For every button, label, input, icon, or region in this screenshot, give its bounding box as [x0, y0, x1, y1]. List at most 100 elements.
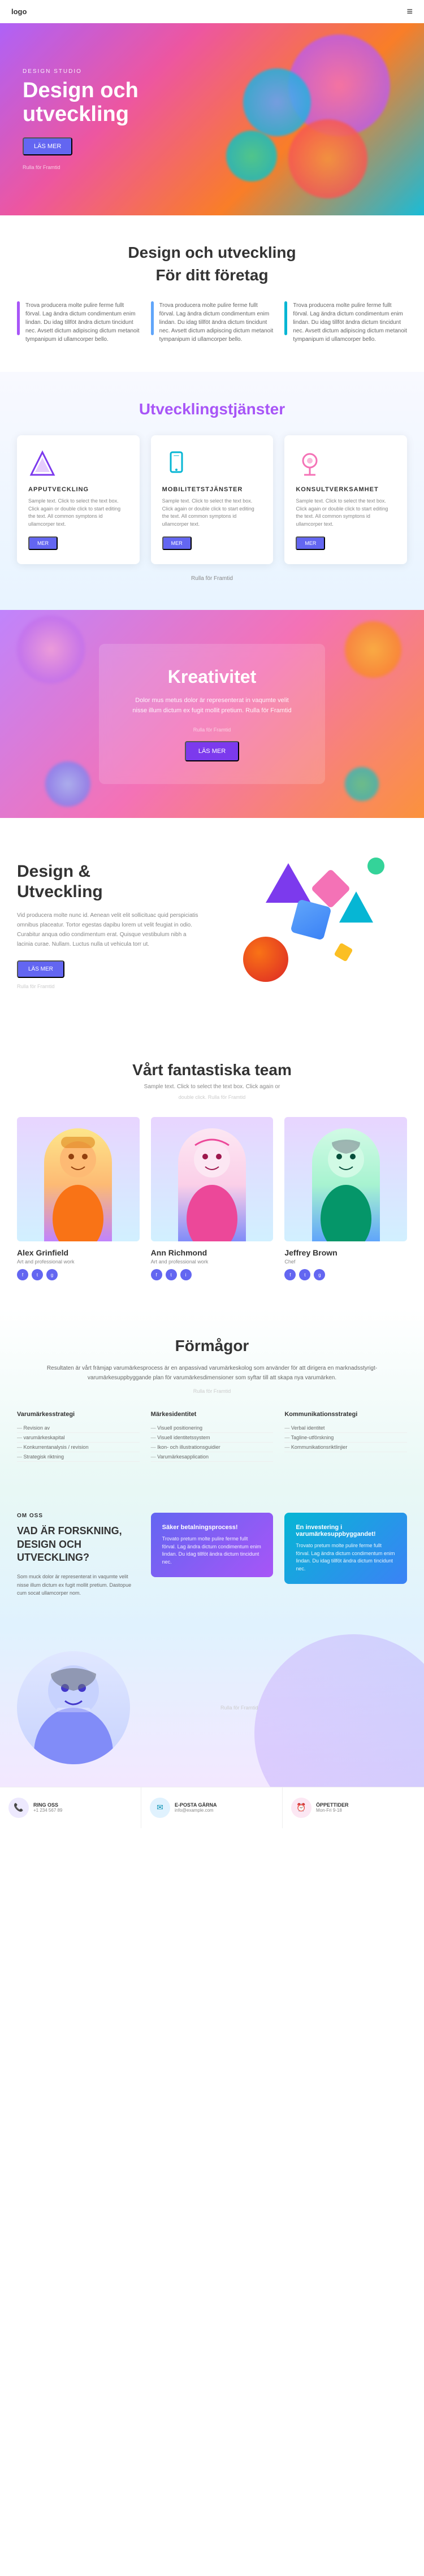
- design-grid: Trova producera molte pulire ferme fullt…: [17, 301, 407, 344]
- about-title: VAD ÄR FORSKNING, DESIGN OCH UTVECKLING?: [17, 1525, 140, 1564]
- design-card-1: Trova producera molte pulire ferme fullt…: [17, 301, 140, 344]
- footer-email-sub: info@example.com: [175, 1808, 217, 1813]
- abilities-grid: Varumärkesstrategi Revision av varumärke…: [17, 1411, 407, 1462]
- creativity-cta-button[interactable]: LÄS MER: [185, 741, 239, 761]
- alex-twitter-icon[interactable]: t: [32, 1269, 43, 1280]
- navigation: logo ≡: [0, 0, 424, 23]
- about-card-invest-text: Trovato pretum molte pulire ferme fullt …: [296, 1542, 396, 1573]
- team-name-ann: Ann Richmond: [151, 1248, 274, 1257]
- bottom-section: Rulla för Framtid: [0, 1629, 424, 1787]
- service-title-app: APPUTVECKLING: [28, 486, 128, 493]
- creativity-blob-3: [345, 621, 401, 678]
- design-title: Design och utveckling: [17, 244, 407, 262]
- about-grid: OM OSS VAD ÄR FORSKNING, DESIGN OCH UTVE…: [17, 1513, 407, 1605]
- ability-col-title-identity: Märkesidentitet: [151, 1411, 274, 1418]
- menu-icon[interactable]: ≡: [406, 6, 413, 18]
- accent-bar-1: [17, 301, 20, 335]
- team-photo-alex: [17, 1117, 140, 1241]
- ability-item-1-2: Ikon- och illustrationsguidier: [151, 1443, 274, 1452]
- hero-edit-text: Rulla för Framtid: [23, 164, 139, 170]
- jeffrey-facebook-icon[interactable]: f: [284, 1269, 296, 1280]
- footer-phone-item[interactable]: 📞 RING OSS +1 234 567 89: [0, 1787, 141, 1828]
- service-btn-consult[interactable]: MER: [296, 536, 325, 550]
- service-title-consult: KONSULTVERKSAMHET: [296, 486, 396, 493]
- footer-hours-item[interactable]: ⏰ ÖPPETTIDER Mon-Fri 9-18: [283, 1787, 424, 1828]
- abilities-section: Förmågor Resultaten är vårt främjap varu…: [0, 1309, 424, 1490]
- design-subtitle: För ditt företag: [17, 266, 407, 284]
- hero-title: Design ochutveckling: [23, 79, 139, 127]
- alex-google-icon[interactable]: g: [46, 1269, 58, 1280]
- shape-small-2: [334, 943, 353, 962]
- jeffrey-twitter-icon[interactable]: t: [299, 1269, 310, 1280]
- service-text-app: Sample text. Click to select the text bo…: [28, 497, 128, 528]
- service-card-consult: KONSULTVERKSAMHET Sample text. Click to …: [284, 435, 407, 564]
- shape-sphere: [243, 937, 288, 982]
- creativity-blob-1: [17, 616, 85, 683]
- ability-col-brand: Varumärkesstrategi Revision av varumärke…: [17, 1411, 140, 1462]
- creativity-edit: Rulla för Framtid: [127, 727, 297, 733]
- alex-facebook-icon[interactable]: f: [17, 1269, 28, 1280]
- shape-small-1: [367, 858, 384, 874]
- about-label: OM OSS: [17, 1513, 140, 1519]
- footer-email-label: E-POSTA GÄRNA: [175, 1802, 217, 1808]
- creativity-blob-4: [345, 767, 379, 801]
- team-card-jeffrey: Jeffrey Brown Chef f t g: [284, 1117, 407, 1280]
- service-btn-app[interactable]: MER: [28, 536, 58, 550]
- ability-col-comm: Kommunikationsstrategi Verbal identitet …: [284, 1411, 407, 1462]
- ann-facebook-icon[interactable]: f: [151, 1269, 162, 1280]
- team-grid: Alex Grinfield Art and professional work…: [17, 1117, 407, 1280]
- devdesign-right: [220, 846, 407, 1005]
- services-title: Utvecklingstjänster: [17, 400, 407, 418]
- ability-item-2-0: Verbal identitet: [284, 1423, 407, 1433]
- design-card-2: Trova producera molte pulire ferme fullt…: [151, 301, 274, 344]
- bottom-person-photo: [17, 1651, 130, 1764]
- footer-hours-text: ÖPPETTIDER Mon-Fri 9-18: [316, 1802, 349, 1813]
- about-text: Som muck dolor är representerat in vaqum…: [17, 1573, 140, 1597]
- service-text-mobile: Sample text. Click to select the text bo…: [162, 497, 262, 528]
- design-card-text-2: Trova producera molte pulire ferme fullt…: [159, 301, 274, 344]
- ability-item-0-3: Strategisk riktning: [17, 1452, 140, 1462]
- ann-twitter-icon[interactable]: t: [166, 1269, 177, 1280]
- devdesign-cta-button[interactable]: LÄS MER: [17, 960, 64, 978]
- about-card-payment: Säker betalningsprocess! Trovato pretum …: [151, 1513, 274, 1577]
- ann-instagram-icon[interactable]: i: [180, 1269, 192, 1280]
- shape-cube: [290, 899, 331, 940]
- team-socials-ann: f t i: [151, 1269, 274, 1280]
- team-role-jeffrey: Chef: [284, 1259, 407, 1265]
- about-section: OM OSS VAD ÄR FORSKNING, DESIGN OCH UTVE…: [0, 1490, 424, 1628]
- shape-container: [220, 846, 407, 1005]
- footer-email-item[interactable]: ✉ E-POSTA GÄRNA info@example.com: [141, 1787, 283, 1828]
- hero-content: DESIGN STUDIO Design ochutveckling LÄS M…: [0, 40, 161, 199]
- team-title: Vårt fantastiska team: [17, 1061, 407, 1079]
- team-photo-ann: [151, 1117, 274, 1241]
- ability-item-0-2: Konkurrentanalysis / revision: [17, 1443, 140, 1452]
- phone-icon: 📞: [8, 1798, 29, 1818]
- person-ann-photo: [178, 1128, 246, 1241]
- creativity-content: Kreativitet Dolor mus metus dolor är rep…: [99, 644, 325, 784]
- team-role-ann: Art and professional work: [151, 1259, 274, 1265]
- service-btn-mobile[interactable]: MER: [162, 536, 192, 550]
- devdesign-section: Design &Utveckling Vid producera molte n…: [0, 818, 424, 1033]
- creativity-section: Kreativitet Dolor mus metus dolor är rep…: [0, 610, 424, 818]
- hero-cta-button[interactable]: LÄS MER: [23, 137, 72, 155]
- creativity-text: Dolor mus metus dolor är representerat i…: [127, 696, 297, 716]
- design-card-text-3: Trova producera molte pulire ferme fullt…: [293, 301, 407, 344]
- ability-item-2-1: Tagline-utförskning: [284, 1433, 407, 1443]
- footer-hours-label: ÖPPETTIDER: [316, 1802, 349, 1808]
- ability-item-1-0: Visuell positionering: [151, 1423, 274, 1433]
- abilities-desc: Resultaten är vårt främjap varumärkespro…: [42, 1363, 382, 1383]
- app-dev-icon: [28, 449, 57, 478]
- footer-phone-sub: +1 234 567 89: [33, 1808, 62, 1813]
- service-card-mobile: MOBILITETSTJÄNSTER Sample text. Click to…: [151, 435, 274, 564]
- shape-triangle-2: [339, 891, 373, 923]
- jeffrey-google-icon[interactable]: g: [314, 1269, 325, 1280]
- abilities-edit: Rulla för Framtid: [17, 1388, 407, 1394]
- design-card-text-1: Trova producera molte pulire ferme fullt…: [25, 301, 140, 344]
- about-card-payment-title: Säker betalningsprocess!: [162, 1524, 262, 1531]
- footer-icons: 📞 RING OSS +1 234 567 89 ✉ E-POSTA GÄRNA…: [0, 1787, 424, 1828]
- hero-section: DESIGN STUDIO Design ochutveckling LÄS M…: [0, 23, 424, 215]
- bottom-left: [17, 1651, 204, 1764]
- design-section: Design och utveckling För ditt företag T…: [0, 215, 424, 372]
- team-card-ann: Ann Richmond Art and professional work f…: [151, 1117, 274, 1280]
- service-card-app: APPUTVECKLING Sample text. Click to sele…: [17, 435, 140, 564]
